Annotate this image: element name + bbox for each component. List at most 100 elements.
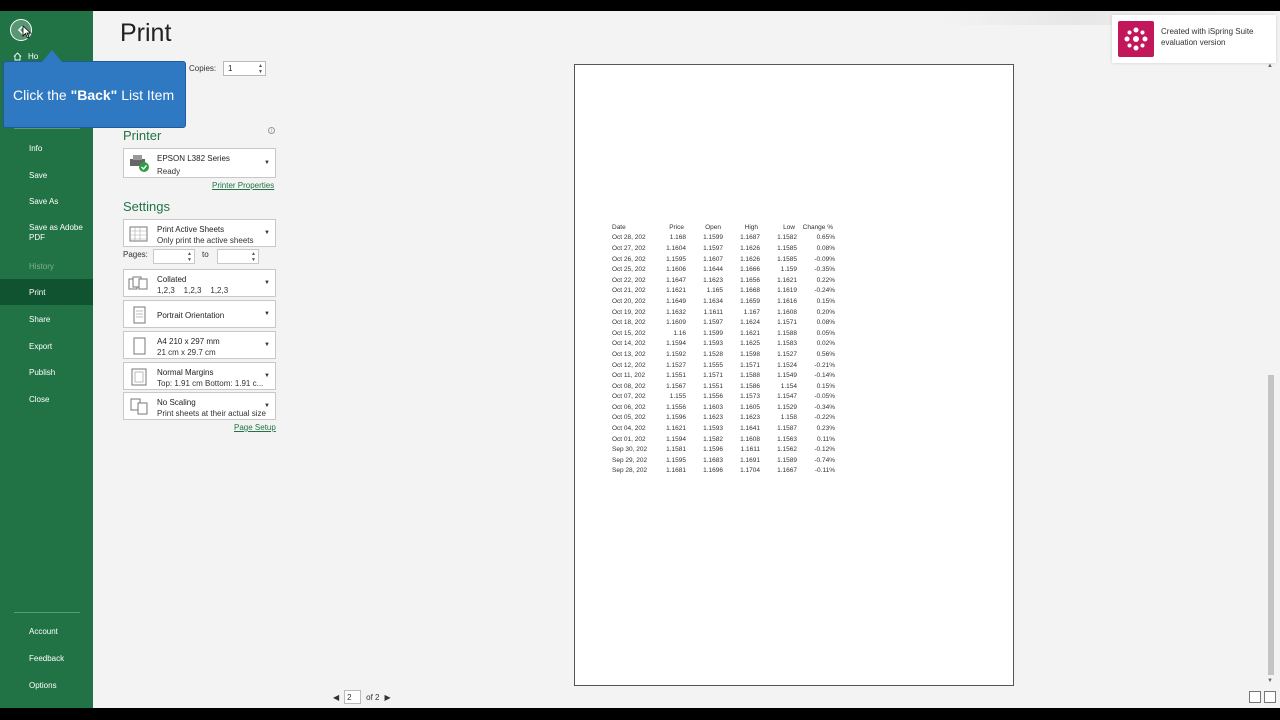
printer-select[interactable]: EPSON L382 Series Ready ▼ (123, 148, 276, 178)
sheet-grid-icon (129, 226, 148, 242)
sidebar-item-label: Save (29, 170, 48, 180)
table-cell: 1.1592 (666, 350, 686, 358)
sidebar-item-export[interactable]: Export (0, 333, 93, 359)
sidebar-item-label: History (29, 261, 54, 271)
pages-from-spinner[interactable]: ▲ ▼ (186, 251, 193, 263)
setting-line2: 1,2,3 1,2,3 1,2,3 (157, 286, 229, 295)
page-setup-link[interactable]: Page Setup (234, 423, 276, 432)
ispring-logo-icon (1118, 21, 1154, 57)
printer-properties-link[interactable]: Printer Properties (212, 181, 274, 190)
table-cell: 1.1625 (740, 340, 760, 348)
scroll-down-icon[interactable]: ▼ (1267, 678, 1273, 684)
pages-to-spinner[interactable]: ▲ ▼ (250, 251, 257, 263)
table-cell: 1.1604 (666, 244, 686, 252)
zoom-to-page-button[interactable] (1264, 691, 1276, 703)
sidebar-item-print[interactable]: Print (0, 279, 93, 305)
sidebar-item-label: Share (29, 314, 51, 324)
next-page-icon[interactable]: ▶ (385, 693, 391, 702)
callout-suffix: List Item (117, 87, 175, 103)
sidebar-item-feedback[interactable]: Feedback (0, 645, 93, 671)
table-cell: 1.1582 (777, 234, 797, 242)
table-cell: 0.65% (816, 234, 835, 242)
pages-to-input[interactable]: ▲ ▼ (217, 249, 259, 264)
printer-icon (130, 155, 149, 172)
preview-scrollbar[interactable]: ▲ ▼ (1265, 61, 1277, 688)
table-cell: 1.1687 (740, 234, 760, 242)
table-cell: Oct 13, 202 (612, 350, 646, 358)
table-cell: Oct 21, 202 (612, 287, 646, 295)
scrollbar-thumb[interactable] (1268, 375, 1274, 675)
scaling-select[interactable]: No Scaling Print sheets at their actual … (123, 392, 276, 420)
table-cell: 0.22% (816, 276, 835, 284)
table-cell: 1.1583 (777, 340, 797, 348)
prev-page-icon[interactable]: ◀ (333, 693, 339, 702)
copies-input[interactable]: 1 ▲ ▼ (223, 61, 266, 76)
sidebar-item-save-as[interactable]: Save As (0, 188, 93, 214)
chevron-down-icon: ▼ (264, 373, 270, 379)
sidebar-item-save[interactable]: Save (0, 162, 93, 188)
table-cell: 1.1668 (740, 287, 760, 295)
settings-heading: Settings (123, 199, 170, 214)
page-count: of 2 (366, 692, 380, 702)
sidebar-item-account[interactable]: Account (0, 618, 93, 644)
info-icon[interactable]: i (268, 127, 275, 134)
collation-select[interactable]: Collated 1,2,3 1,2,3 1,2,3 ▼ (123, 269, 276, 297)
current-page-input[interactable]: 2 (344, 690, 362, 704)
home-icon (13, 52, 22, 61)
table-cell: -0.11% (814, 467, 835, 475)
backstage-view: Ho Info Save Save As Save as Adobe PDF H… (0, 11, 1280, 708)
table-cell: 1.1623 (703, 414, 723, 422)
table-cell: 0.15% (816, 382, 835, 390)
table-row: Oct 05, 202 1.1596 1.1623 1.1623 1.158 -0.22% (612, 413, 835, 424)
column-header: Date (612, 223, 626, 231)
sidebar-item-share[interactable]: Share (0, 306, 93, 332)
table-cell: 1.1609 (666, 319, 686, 327)
table-cell: 0.11% (817, 435, 835, 443)
table-cell: 1.1551 (703, 382, 723, 390)
table-cell: -0.12% (814, 446, 835, 454)
table-cell: 1.1556 (703, 393, 723, 401)
sidebar-item-publish[interactable]: Publish (0, 359, 93, 385)
table-cell: 1.1659 (740, 297, 760, 305)
margins-select[interactable]: Normal Margins Top: 1.91 cm Bottom: 1.91… (123, 362, 276, 390)
table-cell: 1.1588 (740, 372, 760, 380)
orientation-select[interactable]: Portrait Orientation ▼ (123, 300, 276, 328)
table-cell: 1.1585 (777, 244, 797, 252)
table-cell: 1.1683 (703, 456, 723, 464)
table-cell: 1.1621 (740, 329, 760, 337)
table-row: Oct 27, 202 1.1604 1.1597 1.1626 1.1585 0.08% (612, 243, 835, 254)
sidebar-item-home[interactable]: Ho (13, 52, 38, 61)
table-cell: 1.1594 (666, 435, 686, 443)
table-cell: 1.1595 (666, 255, 686, 263)
table-cell: Sep 29, 202 (612, 456, 648, 464)
table-cell: -0.21% (814, 361, 835, 369)
sidebar-item-options[interactable]: Options (0, 672, 93, 698)
table-cell: 1.1644 (703, 266, 723, 274)
table-cell: 1.1626 (740, 255, 760, 263)
table-cell: Oct 18, 202 (612, 319, 646, 327)
table-row: Oct 13, 202 1.1592 1.1528 1.1598 1.1527 0.56% (612, 349, 835, 360)
pages-from-input[interactable]: ▲ ▼ (153, 249, 195, 264)
scroll-up-icon[interactable]: ▲ (1267, 63, 1273, 69)
table-cell: -0.14% (814, 372, 835, 380)
collated-pages-icon (128, 276, 148, 290)
show-margins-button[interactable] (1249, 691, 1261, 703)
table-cell: 1.1547 (777, 393, 797, 401)
table-cell: 1.1571 (740, 361, 760, 369)
sidebar-item-history: History (0, 253, 93, 279)
chevron-down-icon: ▼ (264, 342, 270, 348)
table-cell: Oct 26, 202 (612, 255, 646, 263)
sidebar-item-info[interactable]: Info (0, 135, 93, 161)
printer-name: EPSON L382 Series (157, 154, 230, 163)
table-cell: 1.1563 (777, 435, 797, 443)
sidebar-item-save-as-adobe-pdf[interactable]: Save as Adobe PDF (0, 218, 93, 248)
copies-spinner[interactable]: ▲ ▼ (257, 63, 264, 75)
table-cell: -0.09% (814, 255, 835, 263)
callout-bold: "Back" (70, 87, 118, 103)
print-preview-page: Date Price Open High Low Change % Oct 28… (574, 64, 1014, 686)
paper-size-select[interactable]: A4 210 x 297 mm 21 cm x 29.7 cm ▼ (123, 331, 276, 359)
sidebar-item-close[interactable]: Close (0, 386, 93, 412)
preview-sheet-table: Date Price Open High Low Change % Oct 28… (612, 222, 835, 476)
print-what-select[interactable]: Print Active Sheets Only print the activ… (123, 219, 276, 247)
table-row: Oct 19, 202 1.1632 1.1611 1.167 1.1608 0.20% (612, 307, 835, 318)
